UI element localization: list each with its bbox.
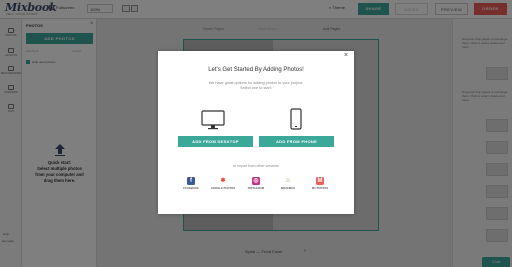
service-label: MY PHOTOS [311, 187, 329, 190]
phone-icon [290, 108, 302, 130]
instagram-import-button[interactable]: ◎ INSTAGRAM [242, 177, 270, 190]
google-photos-import-button[interactable]: ✱ GOOGLE PHOTOS [209, 177, 237, 190]
facebook-icon: f [187, 177, 195, 185]
modal-title: Let's Get Started By Adding Photos! [208, 67, 304, 73]
smugmug-icon: ☺ [284, 177, 292, 185]
smugmug-import-button[interactable]: ☺ SMUGMUG [274, 177, 302, 190]
other-services-label: or import from other services [233, 164, 279, 168]
desktop-icon [201, 110, 225, 130]
google-photos-icon: ✱ [219, 177, 227, 185]
service-label: INSTAGRAM [247, 187, 265, 190]
instagram-icon: ◎ [252, 177, 260, 185]
facebook-import-button[interactable]: f FACEBOOK [177, 177, 205, 190]
close-icon[interactable]: × [344, 52, 348, 59]
service-label: FACEBOOK [183, 187, 199, 190]
modal-subtitle: We have great options for adding photos … [208, 81, 304, 90]
add-from-desktop-button[interactable]: ADD FROM DESKTOP [178, 136, 253, 147]
service-label: SMUGMUG [280, 187, 296, 190]
service-label: GOOGLE PHOTOS [210, 187, 236, 190]
add-from-phone-button[interactable]: ADD FROM PHONE [259, 136, 334, 147]
my-photos-icon: M [316, 177, 324, 185]
my-photos-import-button[interactable]: M MY PHOTOS [306, 177, 334, 190]
add-photos-modal: × Let's Get Started By Adding Photos! We… [158, 51, 354, 214]
